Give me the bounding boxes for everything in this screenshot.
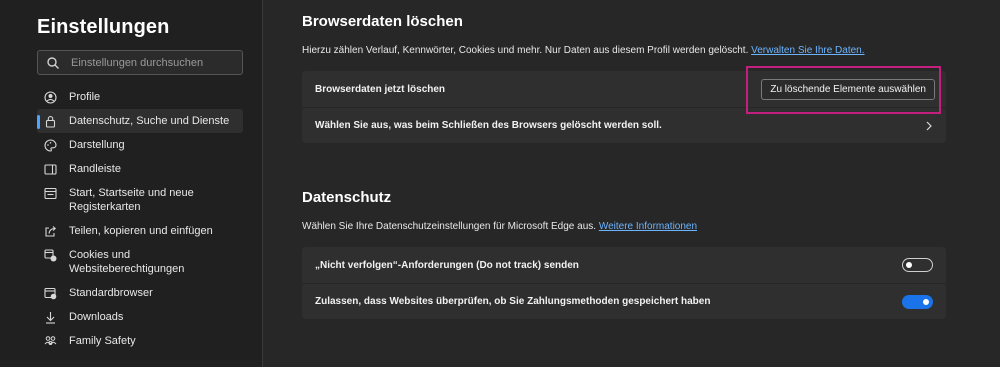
privacy-card: „Nicht verfolgen“-Anforderungen (Do not …	[302, 247, 946, 319]
sidebar-item-default-browser[interactable]: Standardbrowser	[37, 281, 243, 305]
clear-on-close-label: Wählen Sie aus, was beim Schließen des B…	[315, 120, 662, 131]
sidebar-item-profile[interactable]: Profile	[37, 85, 243, 109]
default-browser-icon	[44, 287, 57, 300]
sidebar-item-downloads[interactable]: Downloads	[37, 305, 243, 329]
chevron-right-icon	[926, 121, 932, 131]
profile-icon	[44, 91, 57, 104]
payment-methods-label: Zulassen, dass Websites überprüfen, ob S…	[315, 296, 711, 307]
sidebar-item-label: Randleiste	[69, 163, 121, 175]
clear-data-title: Browserdaten löschen	[302, 13, 463, 30]
clear-now-label: Browserdaten jetzt löschen	[315, 83, 446, 95]
clear-on-close-row[interactable]: Wählen Sie aus, was beim Schließen des B…	[302, 107, 946, 143]
download-icon	[46, 312, 55, 324]
choose-items-button[interactable]: Zu löschende Elemente auswählen	[761, 79, 935, 100]
search-input[interactable]	[71, 55, 236, 71]
sidebar-item-label: Family Safety	[69, 335, 136, 347]
sidebar-title: Einstellungen	[37, 16, 170, 38]
payment-methods-row: Zulassen, dass Websites überprüfen, ob S…	[302, 283, 946, 319]
family-icon	[44, 336, 57, 345]
sidebar-item-appearance[interactable]: Darstellung	[37, 133, 243, 157]
sidebar-item-label: Downloads	[69, 311, 124, 323]
settings-nav: Profile Datenschutz, Suche und Dienste D…	[37, 85, 243, 353]
sidebar-item-label: Datenschutz, Suche und Dienste	[69, 115, 230, 127]
do-not-track-label: „Nicht verfolgen“-Anforderungen (Do not …	[315, 259, 579, 271]
sidebar-item-sidebar[interactable]: Randleiste	[37, 157, 243, 181]
sidebar-item-label: Standardbrowser	[69, 287, 153, 299]
start-page-icon	[44, 187, 57, 200]
do-not-track-row: „Nicht verfolgen“-Anforderungen (Do not …	[302, 247, 946, 283]
toggle-knob	[923, 299, 929, 305]
sidebar-item-family-safety[interactable]: Family Safety	[37, 329, 243, 353]
search-box[interactable]	[37, 50, 243, 75]
sidebar-icon	[44, 164, 57, 175]
cookies-icon	[44, 249, 57, 262]
manage-data-link[interactable]: Verwalten Sie Ihre Daten.	[751, 45, 864, 56]
do-not-track-toggle[interactable]	[902, 258, 933, 272]
more-info-link[interactable]: Weitere Informationen	[599, 221, 697, 232]
sidebar-item-label: Cookies und Websiteberechtigungen	[69, 249, 185, 275]
sidebar-item-label: Darstellung	[69, 139, 125, 151]
clear-now-row: Browserdaten jetzt löschen Zu löschende …	[302, 71, 946, 107]
privacy-title: Datenschutz	[302, 189, 392, 206]
clear-data-description: Hierzu zählen Verlauf, Kennwörter, Cooki…	[302, 45, 865, 56]
toggle-knob	[906, 262, 912, 268]
sidebar-item-privacy[interactable]: Datenschutz, Suche und Dienste	[37, 109, 243, 133]
sidebar-item-label: Start, Startseite und neue Registerkarte…	[69, 187, 194, 213]
settings-sidebar: Einstellungen Profile Datenschutz, Suche…	[0, 0, 263, 367]
sidebar-item-share[interactable]: Teilen, kopieren und einfügen	[37, 219, 243, 243]
share-icon	[45, 226, 57, 237]
lock-icon	[45, 116, 56, 128]
sidebar-item-start-page[interactable]: Start, Startseite und neue Registerkarte…	[37, 181, 243, 219]
clear-data-card: Browserdaten jetzt löschen Zu löschende …	[302, 71, 946, 143]
clear-data-description-text: Hierzu zählen Verlauf, Kennwörter, Cooki…	[302, 45, 749, 56]
payment-methods-toggle[interactable]	[902, 295, 933, 309]
privacy-description-text: Wählen Sie Ihre Datenschutzeinstellungen…	[302, 221, 597, 232]
appearance-icon	[44, 139, 57, 152]
sidebar-item-label: Teilen, kopieren und einfügen	[69, 225, 213, 237]
privacy-description: Wählen Sie Ihre Datenschutzeinstellungen…	[302, 221, 697, 232]
search-icon	[47, 57, 59, 69]
sidebar-item-label: Profile	[69, 91, 101, 103]
sidebar-item-cookies[interactable]: Cookies und Websiteberechtigungen	[37, 243, 243, 281]
